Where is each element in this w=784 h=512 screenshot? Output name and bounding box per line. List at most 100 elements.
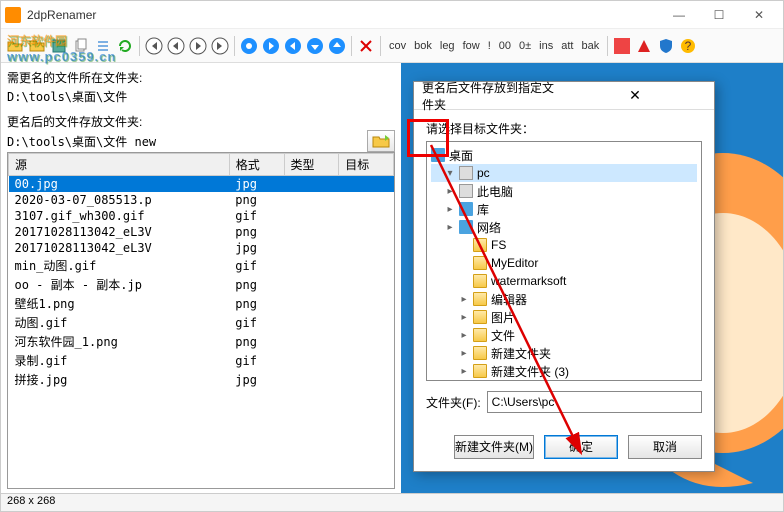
last-icon[interactable] xyxy=(210,36,230,56)
blue-action-2-icon[interactable] xyxy=(261,36,281,56)
folder-icon xyxy=(473,346,487,360)
table-row[interactable]: 2020-03-07_085513.ppng xyxy=(9,192,394,208)
blue-up-icon[interactable] xyxy=(327,36,347,56)
toolbar-cov[interactable]: cov xyxy=(385,36,410,56)
close-button[interactable]: ✕ xyxy=(739,1,779,29)
table-row[interactable]: 录制.gifgif xyxy=(9,351,394,370)
cancel-button[interactable]: 取消 xyxy=(628,435,702,459)
folder-tree[interactable]: 桌面 ▾pc▸此电脑▸库▸网络FSMyEditorwatermarksoft▸编… xyxy=(426,141,702,381)
toolbar-ins[interactable]: ins xyxy=(535,36,557,56)
folder-icon xyxy=(473,292,487,306)
folder-icon xyxy=(473,274,487,288)
dst-folder-input[interactable] xyxy=(7,134,355,148)
table-row[interactable]: 20171028113042_eL3Vpng xyxy=(9,224,394,240)
folder-icon xyxy=(473,328,487,342)
column-header[interactable]: 源 xyxy=(9,154,230,176)
toolbar-00[interactable]: 00 xyxy=(495,36,515,56)
tree-node[interactable]: watermarksoft xyxy=(431,272,697,290)
tree-node[interactable]: ▸运营 xyxy=(431,380,697,381)
folder-icon xyxy=(473,256,487,270)
folder-dialog: 更名后文件存放到指定文件夹 ✕ 请选择目标文件夹： 桌面 ▾pc▸此电脑▸库▸网… xyxy=(413,81,715,472)
delete-icon[interactable] xyxy=(356,36,376,56)
folder-browse-icon xyxy=(372,134,390,148)
copy-icon[interactable] xyxy=(71,36,91,56)
blue-action-1-icon[interactable] xyxy=(239,36,259,56)
toolbar-leg[interactable]: leg xyxy=(436,36,459,56)
toolbar-fow[interactable]: fow xyxy=(459,36,484,56)
save-icon[interactable] xyxy=(49,36,69,56)
table-row[interactable]: oo - 副本 - 副本.jppng xyxy=(9,275,394,294)
file-grid[interactable]: 源格式类型目标00.jpgjpg2020-03-07_085513.ppng31… xyxy=(7,152,395,489)
dst-folder-label: 更名后的文件存放文件夹: xyxy=(7,113,395,130)
blue-action-3-icon[interactable] xyxy=(283,36,303,56)
tree-node[interactable]: ▸库 xyxy=(431,200,697,218)
src-folder-label: 需更名的文件所在文件夹: xyxy=(7,69,395,86)
tree-node[interactable]: ▸图片 xyxy=(431,308,697,326)
tree-node[interactable]: ▸新建文件夹 (3) xyxy=(431,362,697,380)
column-header[interactable]: 类型 xyxy=(284,154,339,176)
help-icon[interactable]: ? xyxy=(678,36,698,56)
folder-icon xyxy=(459,202,473,216)
preview-pane: 更名后文件存放到指定文件夹 ✕ 请选择目标文件夹： 桌面 ▾pc▸此电脑▸库▸网… xyxy=(401,63,783,493)
browse-button[interactable] xyxy=(367,130,395,152)
folder-open-icon[interactable] xyxy=(5,36,25,56)
titlebar: 2dpRenamer — ☐ ✕ xyxy=(1,1,783,29)
app-red-icon[interactable] xyxy=(634,36,654,56)
toolbar-![interactable]: ! xyxy=(484,36,495,56)
tree-node[interactable]: ▸编辑器 xyxy=(431,290,697,308)
blue-down-icon[interactable] xyxy=(305,36,325,56)
dialog-title: 更名后文件存放到指定文件夹 xyxy=(422,79,564,113)
folder-icon xyxy=(473,238,487,252)
toolbar-0±[interactable]: 0± xyxy=(515,36,535,56)
prev-icon[interactable] xyxy=(166,36,186,56)
tree-node[interactable]: ▸网络 xyxy=(431,218,697,236)
table-row[interactable]: 3107.gif_wh300.gifgif xyxy=(9,208,394,224)
dialog-prompt: 请选择目标文件夹： xyxy=(426,120,702,137)
table-row[interactable]: 动图.gifgif xyxy=(9,313,394,332)
left-pane: 需更名的文件所在文件夹: D:\tools\桌面\文件 更名后的文件存放文件夹:… xyxy=(1,63,401,493)
table-row[interactable]: min_动图.gifgif xyxy=(9,256,394,275)
tree-node[interactable]: ▸新建文件夹 xyxy=(431,344,697,362)
toolbar-bok[interactable]: bok xyxy=(410,36,436,56)
folder-icon xyxy=(473,310,487,324)
status-bar: 268 x 268 xyxy=(1,493,783,511)
folder-field-label: 文件夹(F): xyxy=(426,394,481,411)
tree-root[interactable]: 桌面 xyxy=(431,146,697,164)
folder-icon[interactable] xyxy=(27,36,47,56)
table-row[interactable]: 00.jpgjpg xyxy=(9,176,394,193)
app-icon xyxy=(5,7,21,23)
new-folder-button[interactable]: 新建文件夹(M) xyxy=(454,435,534,459)
tree-node[interactable]: MyEditor xyxy=(431,254,697,272)
first-icon[interactable] xyxy=(144,36,164,56)
next-icon[interactable] xyxy=(188,36,208,56)
dialog-close-button[interactable]: ✕ xyxy=(564,87,706,104)
toolbar: covboklegfow!000±insattbak ? xyxy=(1,29,783,63)
palette-icon[interactable] xyxy=(612,36,632,56)
svg-text:?: ? xyxy=(685,39,692,53)
tree-node[interactable]: FS xyxy=(431,236,697,254)
table-row[interactable]: 20171028113042_eL3Vjpg xyxy=(9,240,394,256)
tree-node[interactable]: ▾pc xyxy=(431,164,697,182)
folder-icon xyxy=(459,220,473,234)
tree-node[interactable]: ▸此电脑 xyxy=(431,182,697,200)
toolbar-att[interactable]: att xyxy=(557,36,577,56)
shield-icon[interactable] xyxy=(656,36,676,56)
folder-field-input[interactable] xyxy=(487,391,702,413)
list-icon[interactable] xyxy=(93,36,113,56)
maximize-button[interactable]: ☐ xyxy=(699,1,739,29)
column-header[interactable]: 目标 xyxy=(339,154,394,176)
refresh-icon[interactable] xyxy=(115,36,135,56)
minimize-button[interactable]: — xyxy=(659,1,699,29)
folder-icon xyxy=(473,364,487,378)
table-row[interactable]: 壁纸1.pngpng xyxy=(9,294,394,313)
table-row[interactable]: 拼接.jpgjpg xyxy=(9,370,394,389)
window-title: 2dpRenamer xyxy=(27,8,659,22)
highlight-box xyxy=(407,119,449,157)
toolbar-bak[interactable]: bak xyxy=(577,36,603,56)
table-row[interactable]: 河东软件园_1.pngpng xyxy=(9,332,394,351)
src-folder-path: D:\tools\桌面\文件 xyxy=(7,88,395,105)
ok-button[interactable]: 确定 xyxy=(544,435,618,459)
folder-icon xyxy=(459,184,473,198)
column-header[interactable]: 格式 xyxy=(229,154,284,176)
tree-node[interactable]: ▸文件 xyxy=(431,326,697,344)
